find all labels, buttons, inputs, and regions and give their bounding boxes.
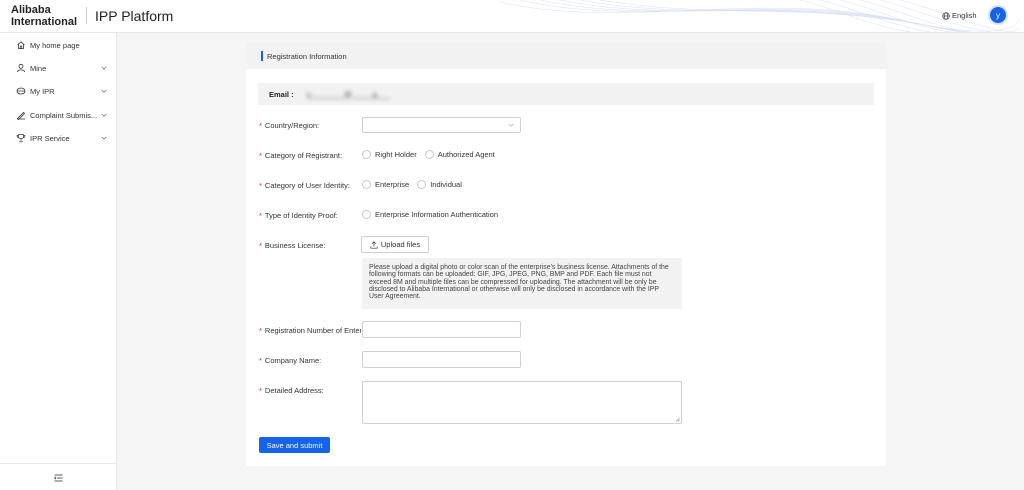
section-title: Registration Information <box>267 52 347 61</box>
globe-icon <box>942 11 950 20</box>
detailed-address-textarea[interactable] <box>362 381 682 424</box>
sidebar-item-label: Complaint Submis... <box>30 111 98 120</box>
sidebar-item-ipr-service[interactable]: IPR Service <box>0 128 117 148</box>
required-mark: * <box>259 241 262 250</box>
company-label-text: Company Name: <box>264 356 322 365</box>
identity-radio-group: Enterprise Individual <box>362 180 470 189</box>
radio-circle <box>362 180 371 189</box>
logo-line-2: International <box>11 16 78 28</box>
country-select[interactable] <box>362 117 521 133</box>
platform-title: IPP Platform <box>95 8 174 24</box>
upload-files-button[interactable]: Upload files <box>361 236 429 253</box>
radio-label: Right Holder <box>375 150 417 159</box>
section-header: Registration Information <box>246 43 886 69</box>
reg-number-label: * Registration Number of Enter <box>259 326 361 335</box>
chevron-down-icon <box>101 89 107 93</box>
required-mark: * <box>259 211 262 220</box>
reg-number-label-text: Registration Number of Enter <box>264 326 361 335</box>
email-row: Email : y________@_____g___ <box>258 83 874 105</box>
sidebar-item-label: IPR Service <box>30 134 70 143</box>
required-mark: * <box>259 356 262 365</box>
required-mark: * <box>259 386 262 395</box>
megaphone-icon <box>16 111 26 120</box>
language-label: English <box>952 11 977 20</box>
radio-enterprise-info-auth[interactable]: Enterprise Information Authentication <box>362 210 498 219</box>
section-accent-bar <box>261 51 263 61</box>
trophy-icon <box>16 134 26 143</box>
chevron-down-icon <box>101 136 107 140</box>
chevron-down-icon <box>101 66 107 70</box>
required-mark: * <box>259 121 262 130</box>
upload-icon <box>370 240 378 249</box>
user-icon <box>16 63 26 73</box>
radio-enterprise[interactable]: Enterprise <box>362 180 409 189</box>
proof-label: * Type of Identity Proof: <box>259 211 361 220</box>
chevron-down-icon <box>101 113 107 117</box>
upload-files-label: Upload files <box>380 240 421 249</box>
logo-divider <box>86 7 87 24</box>
required-mark: * <box>259 181 262 190</box>
menu-collapse-icon[interactable] <box>54 474 63 482</box>
registrant-radio-group: Right Holder Authorized Agent <box>362 150 503 159</box>
alibaba-international-logo[interactable]: Alibaba International <box>11 4 81 28</box>
registrant-label-text: Category of Registrant: <box>264 151 343 160</box>
logo-line-1: Alibaba <box>11 4 51 16</box>
sidebar-item-mine[interactable]: Mine <box>0 58 117 78</box>
registration-form-panel: Registration Information Email : y______… <box>246 43 886 466</box>
radio-circle <box>362 210 371 219</box>
company-name-input[interactable] <box>362 351 521 368</box>
email-value: y________@_____g___ <box>307 90 390 99</box>
shield-icon <box>16 87 26 95</box>
radio-circle <box>362 150 371 159</box>
license-label: * Business License: <box>259 241 361 250</box>
required-mark: * <box>259 326 262 335</box>
radio-label: Individual <box>430 180 462 189</box>
radio-label: Authorized Agent <box>437 150 495 159</box>
identity-label-text: Category of User Identity: <box>264 181 350 190</box>
sidebar-item-label: My IPR <box>30 87 55 96</box>
identity-label: * Category of User Identity: <box>259 181 361 190</box>
radio-label: Enterprise <box>375 180 410 189</box>
radio-individual[interactable]: Individual <box>417 180 462 189</box>
company-label: * Company Name: <box>259 356 361 365</box>
user-avatar[interactable]: y <box>990 7 1006 23</box>
country-label-text: Country/Region: <box>264 121 320 130</box>
address-label: * Detailed Address: <box>259 386 361 395</box>
email-label: Email : <box>269 90 294 99</box>
sidebar-footer <box>0 463 117 490</box>
proof-radio-group: Enterprise Information Authentication <box>362 210 506 219</box>
radio-right-holder[interactable]: Right Holder <box>362 150 417 159</box>
required-mark: * <box>259 151 262 160</box>
license-label-text: Business License: <box>264 241 326 250</box>
sidebar-item-my-ipr[interactable]: My IPR <box>0 81 117 101</box>
resize-grip-icon[interactable] <box>675 417 680 422</box>
radio-authorized-agent[interactable]: Authorized Agent <box>424 150 495 159</box>
sidebar-item-label: Mine <box>30 64 47 73</box>
proof-label-text: Type of Identity Proof: <box>264 211 338 220</box>
home-icon <box>17 41 25 49</box>
radio-label: Enterprise Information Authentication <box>375 210 498 219</box>
sidebar: My home page Mine My IPR Complaint Submi… <box>0 33 117 490</box>
country-label: * Country/Region: <box>259 121 361 130</box>
sidebar-item-label: My home page <box>30 41 80 50</box>
top-header: Alibaba International IPP Platform Engli… <box>0 0 1024 33</box>
sidebar-item-complaint-submission[interactable]: Complaint Submis... <box>0 105 117 125</box>
radio-circle <box>417 180 427 189</box>
sidebar-item-home[interactable]: My home page <box>0 35 117 55</box>
registrant-label: * Category of Registrant: <box>259 151 361 160</box>
language-switcher[interactable]: English <box>942 11 977 20</box>
chevron-down-icon <box>508 123 514 127</box>
registration-number-input[interactable] <box>362 321 521 338</box>
save-and-submit-button[interactable]: Save and submit <box>259 437 330 453</box>
address-label-text: Detailed Address: <box>264 386 324 395</box>
upload-hint: Please upload a digital photo or color s… <box>362 258 682 309</box>
radio-circle <box>424 150 434 159</box>
